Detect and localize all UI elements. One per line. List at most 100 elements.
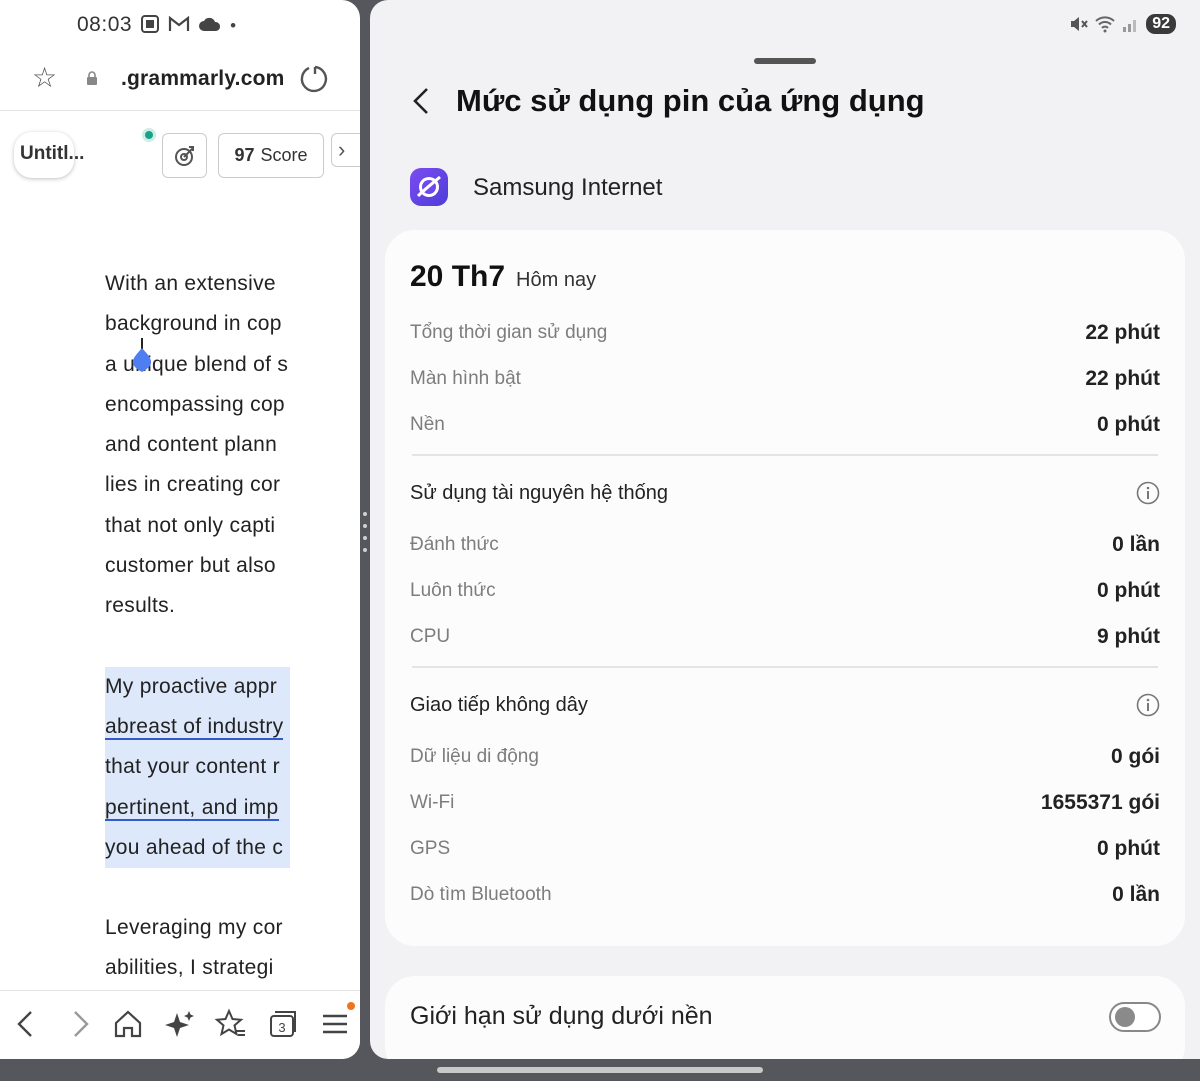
info-icon[interactable] xyxy=(1136,481,1160,505)
samsung-internet-icon xyxy=(410,168,448,206)
background-limit-card[interactable]: Giới hạn sử dụng dưới nền xyxy=(385,976,1185,1059)
notification-badge xyxy=(347,1002,355,1010)
row-value: 9 phút xyxy=(1097,625,1160,648)
system-resources-header: Sử dụng tài nguyên hệ thống xyxy=(410,478,1160,508)
address-bar[interactable]: ☆ .grammarly.com xyxy=(0,55,360,103)
text-line: Leveraging my cor xyxy=(105,916,283,940)
browser-bottom-nav: 3 xyxy=(0,990,360,1059)
wifi-icon xyxy=(1095,16,1115,33)
score-label: Score xyxy=(260,145,308,165)
bookmark-star-icon[interactable]: ☆ xyxy=(32,61,57,94)
score-value: 97 xyxy=(234,145,255,165)
next-suggestions-button[interactable]: › xyxy=(331,133,360,167)
score-button[interactable]: 97 Score xyxy=(218,133,324,178)
status-time: 08:03 xyxy=(77,13,133,36)
text-line: encompassing cop xyxy=(105,392,285,416)
date-header: 20 Th7 Hôm nay xyxy=(410,260,596,294)
row-value: 0 phút xyxy=(1097,579,1160,602)
usage-row: Màn hình bật 22 phút xyxy=(410,364,1160,394)
text-line: lies in creating cor xyxy=(105,473,281,497)
text-line: that not only capti xyxy=(105,513,276,537)
divider xyxy=(412,454,1158,456)
chevron-right-icon: › xyxy=(338,137,346,162)
gmail-icon xyxy=(168,15,190,36)
usage-row: Tổng thời gian sử dụng 22 phút xyxy=(410,318,1160,348)
target-icon xyxy=(174,145,194,166)
cloud-icon xyxy=(198,16,222,35)
lock-icon xyxy=(87,71,97,85)
menu-icon[interactable] xyxy=(318,1007,352,1041)
status-dot xyxy=(142,128,156,142)
text-line: customer but also xyxy=(105,554,276,578)
text-line: results. xyxy=(105,594,176,618)
row-value: 0 gói xyxy=(1110,745,1160,768)
system-row: CPU 9 phút xyxy=(410,622,1160,652)
goals-button[interactable] xyxy=(162,133,207,178)
battery-usage-card: 20 Th7 Hôm nay Tổng thời gian sử dụng 22… xyxy=(385,230,1185,946)
row-label: Dữ liệu di động xyxy=(410,746,539,767)
bookmarks-star-icon[interactable] xyxy=(214,1007,248,1041)
row-value: 0 phút xyxy=(1097,837,1160,860)
text-line: With an extensive xyxy=(105,272,276,295)
gesture-navigation-bar[interactable] xyxy=(437,1067,763,1073)
screenshot-icon xyxy=(140,14,160,37)
more-notifications-dot-icon: • xyxy=(230,15,237,35)
home-icon[interactable] xyxy=(111,1007,145,1041)
date-label: Hôm nay xyxy=(516,269,597,291)
text-line: My proactive appr xyxy=(105,674,278,698)
row-label: Wi-Fi xyxy=(410,792,455,813)
app-name: Samsung Internet xyxy=(473,174,663,201)
row-value: 22 phút xyxy=(1085,367,1160,390)
divider xyxy=(0,110,360,111)
back-arrow-icon[interactable] xyxy=(408,86,438,116)
reload-icon[interactable] xyxy=(298,63,330,95)
info-icon[interactable] xyxy=(1136,693,1160,717)
wireless-header: Giao tiếp không dây xyxy=(410,690,1160,720)
paragraph: With an extensive background in cop a un… xyxy=(105,264,290,627)
highlighted-paragraph[interactable]: My proactive appr abreast of industry th… xyxy=(105,666,290,869)
section-title: Giao tiếp không dây xyxy=(410,693,588,716)
row-label: Đánh thức xyxy=(410,534,499,555)
text-line: abreast of industry xyxy=(105,707,290,747)
wireless-row: Wi-Fi 1655371 gói xyxy=(410,788,1160,818)
system-row: Đánh thức 0 lần xyxy=(410,530,1160,560)
text-line: that your content r xyxy=(105,755,280,779)
url-text[interactable]: .grammarly.com xyxy=(121,67,284,91)
forward-arrow-icon[interactable] xyxy=(62,1007,96,1041)
text-line: and content plann xyxy=(105,433,278,457)
page-title: Mức sử dụng pin của ứng dụng xyxy=(456,83,925,118)
document-title-button[interactable]: Untitl... xyxy=(14,132,84,178)
row-label: Màn hình bật xyxy=(410,368,521,389)
system-row: Luôn thức 0 phút xyxy=(410,576,1160,606)
text-line[interactable]: pertinent, and imp xyxy=(105,795,279,821)
wireless-row: GPS 0 phút xyxy=(410,834,1160,864)
row-value: 0 lần xyxy=(1112,533,1160,556)
text-cursor-handle[interactable] xyxy=(127,338,157,374)
date-day: 20 Th7 xyxy=(410,260,506,293)
text-line: pertinent, and imp xyxy=(105,788,290,828)
status-bar-right: 92 xyxy=(1068,14,1176,34)
text-line: abilities, I strategi xyxy=(105,956,274,980)
split-view-handle[interactable] xyxy=(362,512,368,552)
row-label: CPU xyxy=(410,626,451,647)
row-label: Nền xyxy=(410,414,445,435)
row-value: 0 lần xyxy=(1112,883,1160,906)
sparkle-ai-icon[interactable] xyxy=(163,1007,197,1041)
usage-row: Nền 0 phút xyxy=(410,410,1160,440)
settings-pane: 92 Mức sử dụng pin của ứng dụng Samsung … xyxy=(370,0,1200,1059)
back-arrow-icon[interactable] xyxy=(10,1007,44,1041)
divider xyxy=(412,666,1158,668)
row-label: Luôn thức xyxy=(410,580,496,601)
status-bar-left: 08:03 • xyxy=(77,13,236,37)
row-label: Dò tìm Bluetooth xyxy=(410,884,552,905)
background-limit-toggle[interactable] xyxy=(1109,1002,1161,1032)
row-label: Tổng thời gian sử dụng xyxy=(410,322,608,343)
text-line[interactable]: abreast of industry xyxy=(105,714,284,740)
document-title: Untitl... xyxy=(20,143,85,164)
window-drag-handle[interactable] xyxy=(754,58,816,64)
background-limit-label: Giới hạn sử dụng dưới nền xyxy=(410,1002,713,1030)
browser-pane: 08:03 • ☆ .grammarly.com Untitl... 97 Sc… xyxy=(0,0,360,1059)
toggle-knob xyxy=(1115,1007,1135,1027)
tabs-icon[interactable]: 3 xyxy=(266,1007,300,1041)
wireless-row: Dữ liệu di động 0 gói xyxy=(410,742,1160,772)
